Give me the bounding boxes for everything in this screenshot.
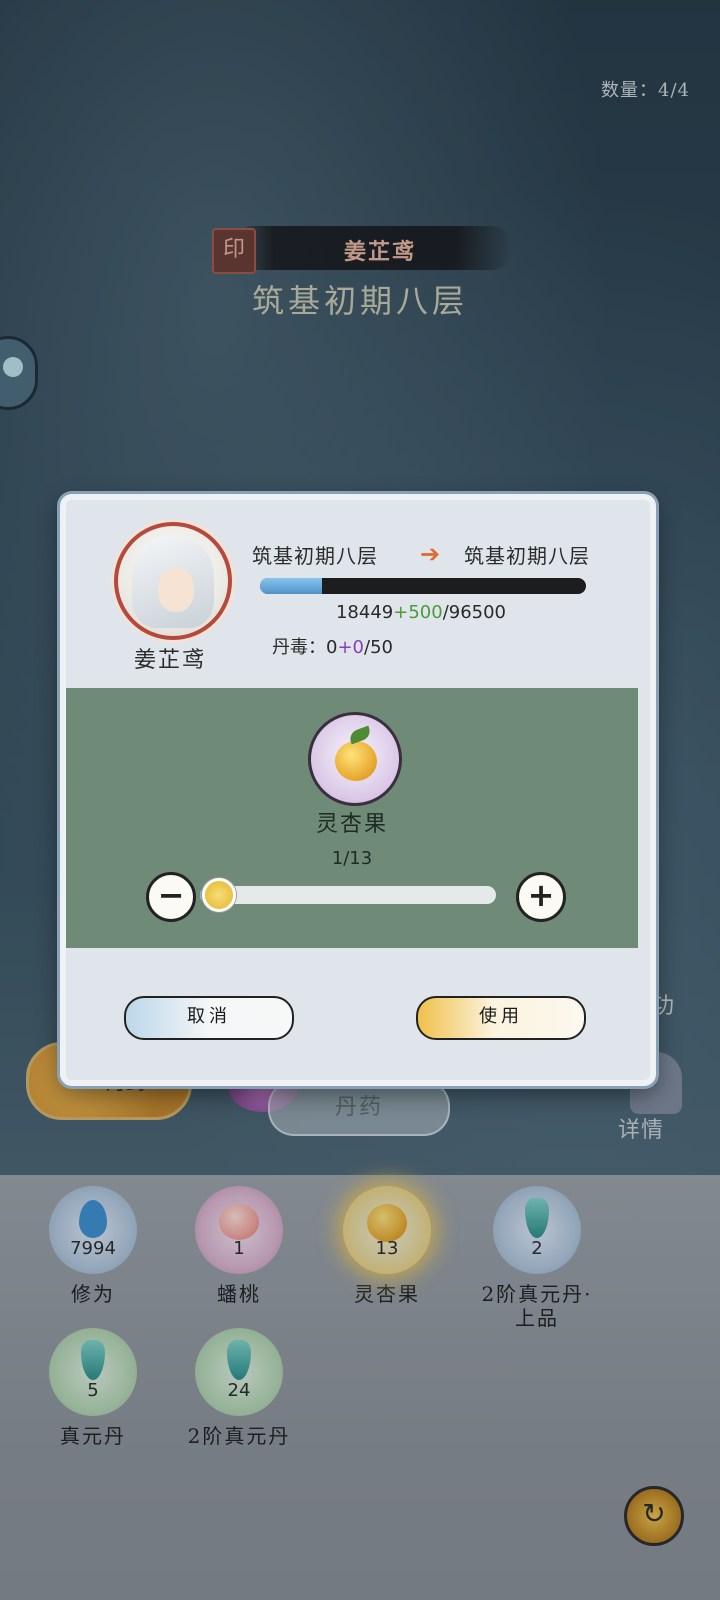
use-item-dialog: 姜芷鸢 筑基初期八层 ➔ 筑基初期八层 18449+500/96500 丹毒：0… [60, 494, 656, 1086]
item-count: 13 [375, 1238, 399, 1259]
item-label: 2阶真元丹 [187, 1424, 291, 1448]
decrease-button[interactable]: − [146, 872, 196, 922]
item-count: 2 [531, 1238, 543, 1259]
exp-current: 18449 [335, 602, 394, 623]
refresh-button[interactable]: ↻ [624, 1486, 684, 1546]
count-label: 数量：4/4 [601, 80, 690, 101]
exp-max: /96500 [442, 602, 507, 623]
increase-button[interactable]: + [516, 872, 566, 922]
item-label: 修为 [71, 1282, 115, 1306]
exp-progress-bar [260, 578, 586, 594]
item-name: 灵杏果 [315, 812, 388, 837]
item-orb-selected: 13 [343, 1186, 431, 1274]
poison-gain: +0 [337, 637, 364, 658]
portrait-face [158, 568, 194, 612]
item-label: 2阶真元丹·上品 [481, 1282, 593, 1330]
water-drop-icon [79, 1200, 107, 1238]
banner-character-name: 姜芷鸢 [343, 239, 416, 265]
poison-label: 丹毒： [272, 637, 326, 658]
cancel-button[interactable]: 取消 [124, 996, 294, 1040]
bottle-icon [81, 1340, 105, 1380]
item-orb: 5 [49, 1328, 137, 1416]
item-panel: 灵杏果 1/13 − + [66, 688, 638, 948]
arrow-right-icon: ➔ [420, 540, 441, 568]
bottle-icon [525, 1198, 549, 1238]
exp-progress-fill [260, 578, 322, 594]
fruit-shape [335, 741, 377, 781]
character-name: 姜芷鸢 [133, 648, 206, 673]
item-orb: 1 [195, 1186, 283, 1274]
inventory-item-zhenyuandan-2-top[interactable]: 2 2阶真元丹·上品 [460, 1186, 614, 1330]
quantity-slider[interactable] [200, 886, 496, 904]
item-count: 24 [227, 1380, 251, 1401]
item-label: 蟠桃 [217, 1282, 261, 1306]
item-orb: 24 [195, 1328, 283, 1416]
inventory-item-lingxingguo[interactable]: 13 灵杏果 [322, 1186, 452, 1306]
poison-text: 丹毒：0+0/50 [272, 633, 393, 659]
quantity-text: 1/13 [331, 848, 373, 869]
realm-title: 筑基初期八层 [251, 282, 468, 320]
realm-after: 筑基初期八层 [464, 544, 590, 568]
item-count: 5 [87, 1380, 99, 1401]
poison-max: /50 [364, 637, 393, 658]
inventory-item-xiuwei[interactable]: 7994 修为 [28, 1186, 158, 1306]
item-count: 1 [233, 1238, 245, 1259]
apricot-icon [367, 1204, 407, 1242]
item-label: 灵杏果 [354, 1282, 420, 1306]
realm-current: 筑基初期八层 [252, 544, 378, 568]
poison-current: 0 [326, 637, 338, 658]
item-orb: 7994 [49, 1186, 137, 1274]
character-portrait [114, 522, 232, 640]
use-button[interactable]: 使用 [416, 996, 586, 1040]
apricot-icon [308, 712, 402, 806]
seal-icon: 印 [212, 228, 256, 274]
peach-icon [219, 1204, 259, 1240]
inventory-item-zhenyuandan-2[interactable]: 24 2阶真元丹 [174, 1328, 304, 1448]
exp-gain: +500 [393, 602, 443, 623]
inventory-item-zhenyuandan[interactable]: 5 真元丹 [28, 1328, 158, 1448]
detail-button[interactable]: 详情 [618, 1112, 664, 1144]
item-count: 7994 [70, 1238, 116, 1259]
item-orb: 2 [493, 1186, 581, 1274]
tab-pills[interactable]: 丹药 [268, 1080, 450, 1136]
slider-handle[interactable] [202, 878, 236, 912]
inventory-item-pantao[interactable]: 1 蟠桃 [174, 1186, 304, 1306]
item-label: 真元丹 [60, 1424, 126, 1448]
bottle-icon [227, 1340, 251, 1380]
exp-text: 18449+500/96500 [256, 602, 586, 623]
